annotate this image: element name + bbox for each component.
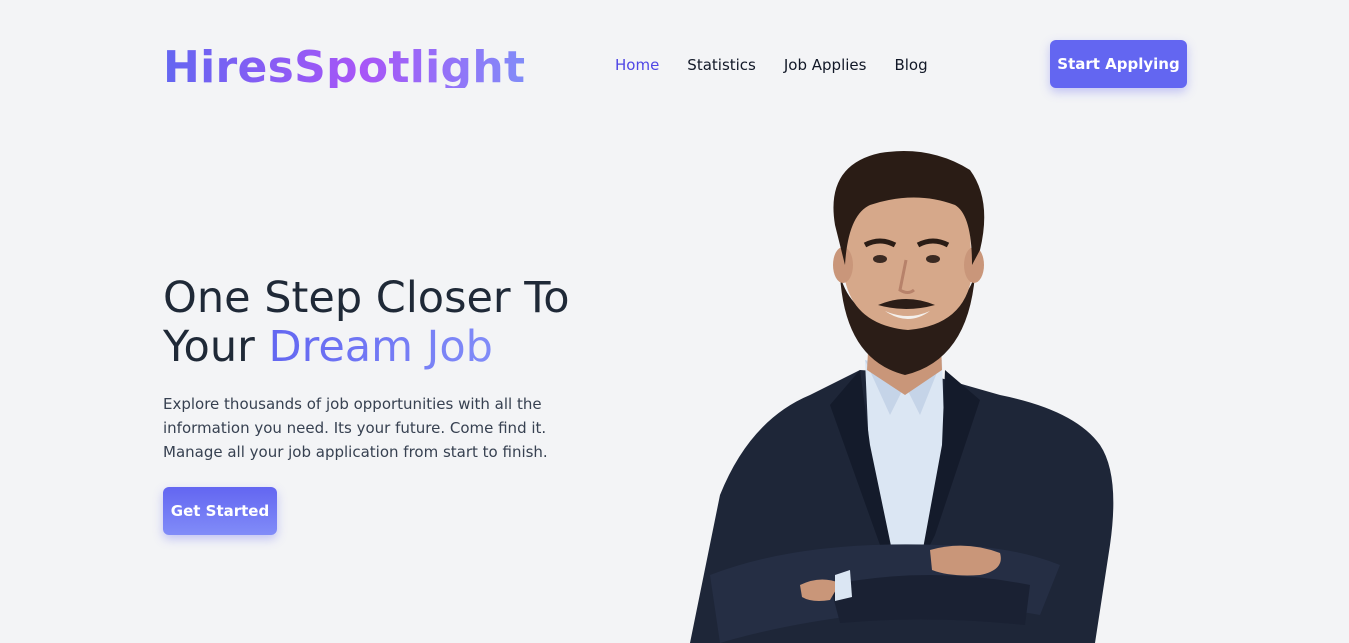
nav-item-job-applies[interactable]: Job Applies — [784, 55, 867, 75]
landing-page: HiresSpotlight Home Statistics Job Appli… — [0, 0, 1349, 643]
hero-title: One Step Closer To Your Dream Job — [163, 274, 633, 372]
start-applying-button[interactable]: Start Applying — [1050, 40, 1187, 88]
hero-title-accent: Dream Job — [268, 322, 493, 372]
hero-portrait-image — [690, 151, 1114, 643]
hero-description: Explore thousands of job opportunities w… — [163, 395, 548, 461]
nav-item-home[interactable]: Home — [615, 55, 659, 75]
nav-item-statistics[interactable]: Statistics — [687, 55, 756, 75]
hero-title-prefix: Your — [163, 322, 269, 372]
hero-title-line1: One Step Closer To — [163, 273, 570, 323]
main-nav: Home Statistics Job Applies Blog — [615, 55, 928, 75]
get-started-button[interactable]: Get Started — [163, 487, 277, 535]
brand-logo[interactable]: HiresSpotlight — [163, 38, 525, 88]
nav-item-blog[interactable]: Blog — [894, 55, 927, 75]
